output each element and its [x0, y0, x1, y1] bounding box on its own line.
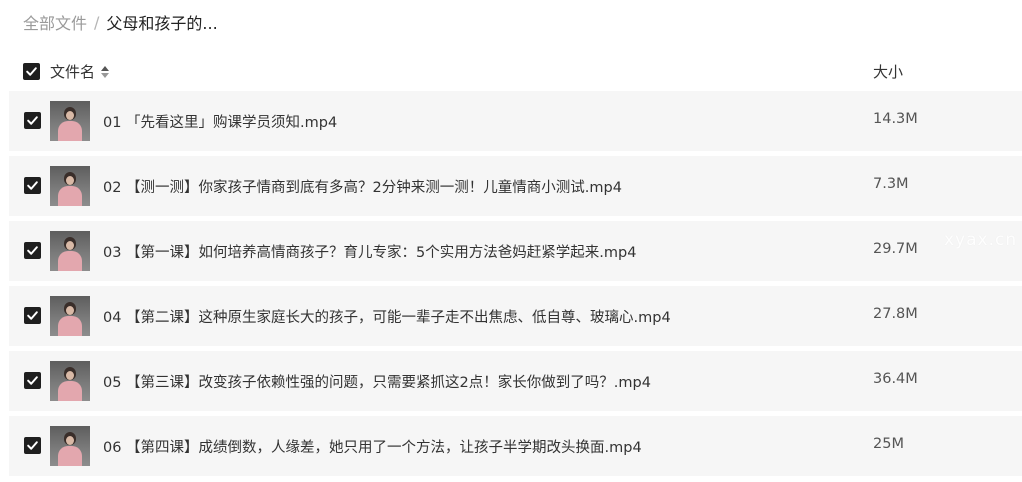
file-name-link[interactable]: 02 【测一测】你家孩子情商到底有多高？2分钟来测一测！儿童情商小测试.mp4: [103, 176, 622, 197]
row-checkbox[interactable]: [24, 437, 41, 454]
file-row[interactable]: 01 「先看这里」购课学员须知.mp4 14.3M: [9, 91, 1022, 151]
checkmark-icon: [26, 67, 37, 76]
file-name-link[interactable]: 01 「先看这里」购课学员须知.mp4: [103, 111, 337, 132]
file-name-link[interactable]: 03 【第一课】如何培养高情商孩子？育儿专家：5个实用方法爸妈赶紧学起来.mp4: [103, 241, 636, 262]
file-size: 7.3M: [873, 176, 909, 192]
file-name-link[interactable]: 06 【第四课】成绩倒数，人缘差，她只用了一个方法，让孩子半学期改头换面.mp4: [103, 436, 642, 457]
column-header-size[interactable]: 大小: [873, 61, 903, 82]
breadcrumb: 全部文件 / 父母和孩子的...: [23, 10, 218, 34]
row-checkbox[interactable]: [24, 112, 41, 129]
video-thumbnail[interactable]: [50, 426, 90, 466]
video-thumbnail[interactable]: [50, 101, 90, 141]
breadcrumb-root-link[interactable]: 全部文件: [23, 10, 87, 34]
file-size: 29.7M: [873, 241, 918, 257]
row-checkbox[interactable]: [24, 307, 41, 324]
file-row[interactable]: 05 【第三课】改变孩子依赖性强的问题，只需要紧抓这2点！家长你做到了吗？.mp…: [9, 351, 1022, 411]
checkmark-icon: [27, 181, 38, 190]
row-checkbox[interactable]: [24, 177, 41, 194]
watermark: xyax.cn: [944, 230, 1018, 250]
file-list-header: 文件名 大小: [0, 56, 1022, 88]
select-all-checkbox[interactable]: [23, 63, 40, 80]
sort-icon[interactable]: [101, 65, 110, 78]
checkmark-icon: [27, 246, 38, 255]
row-checkbox[interactable]: [24, 242, 41, 259]
file-size: 27.8M: [873, 306, 918, 322]
video-thumbnail[interactable]: [50, 296, 90, 336]
checkmark-icon: [27, 116, 38, 125]
file-size: 25M: [873, 436, 904, 452]
row-checkbox[interactable]: [24, 372, 41, 389]
column-header-name-label: 文件名: [50, 63, 96, 81]
file-size: 14.3M: [873, 111, 918, 127]
breadcrumb-current-folder: 父母和孩子的...: [106, 14, 218, 33]
file-row[interactable]: 06 【第四课】成绩倒数，人缘差，她只用了一个方法，让孩子半学期改头换面.mp4…: [9, 416, 1022, 476]
file-row[interactable]: 02 【测一测】你家孩子情商到底有多高？2分钟来测一测！儿童情商小测试.mp4 …: [9, 156, 1022, 216]
file-name-link[interactable]: 04 【第二课】这种原生家庭长大的孩子，可能一辈子走不出焦虑、低自尊、玻璃心.m…: [103, 306, 671, 327]
checkmark-icon: [27, 441, 38, 450]
file-size: 36.4M: [873, 371, 918, 387]
file-list: 01 「先看这里」购课学员须知.mp4 14.3M 02 【测一测】你家孩子情商…: [9, 91, 1022, 481]
video-thumbnail[interactable]: [50, 361, 90, 401]
checkmark-icon: [27, 376, 38, 385]
breadcrumb-separator: /: [94, 12, 100, 32]
file-name-link[interactable]: 05 【第三课】改变孩子依赖性强的问题，只需要紧抓这2点！家长你做到了吗？.mp…: [103, 371, 651, 392]
video-thumbnail[interactable]: [50, 166, 90, 206]
checkmark-icon: [27, 311, 38, 320]
file-row[interactable]: 03 【第一课】如何培养高情商孩子？育儿专家：5个实用方法爸妈赶紧学起来.mp4…: [9, 221, 1022, 281]
video-thumbnail[interactable]: [50, 231, 90, 271]
column-header-name[interactable]: 文件名: [50, 61, 110, 82]
file-row[interactable]: 04 【第二课】这种原生家庭长大的孩子，可能一辈子走不出焦虑、低自尊、玻璃心.m…: [9, 286, 1022, 346]
